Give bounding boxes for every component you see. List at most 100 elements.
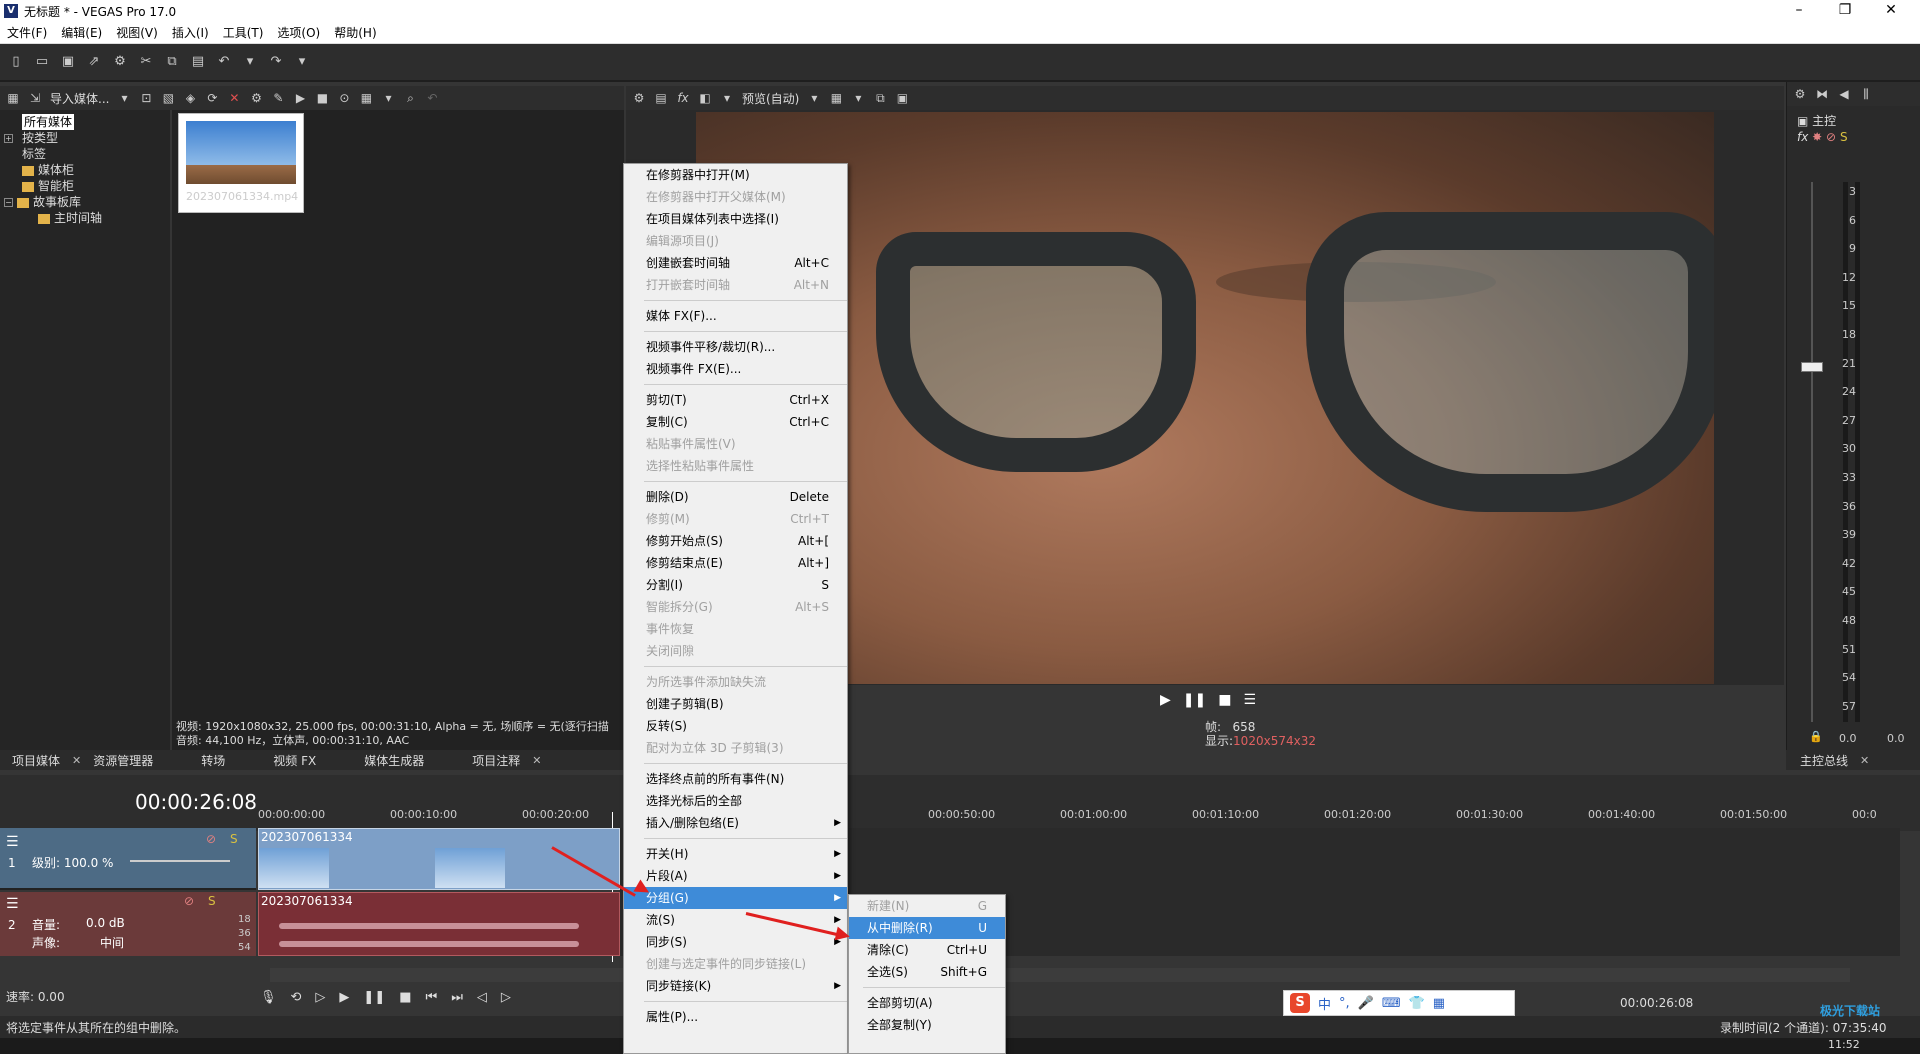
tree-item-tags[interactable]: 标签 xyxy=(4,146,166,162)
undo-icon[interactable]: ↶ xyxy=(216,54,232,70)
context-menu-item[interactable]: 片段(A) ▶ xyxy=(624,865,847,887)
go-to-start-icon[interactable]: ⏮ xyxy=(426,990,438,1005)
ime-keyboard-icon[interactable]: ⌨ xyxy=(1382,996,1401,1011)
menu-insert[interactable]: 插入(I) xyxy=(165,24,216,41)
ime-tools-icon[interactable]: ▦ xyxy=(1433,996,1445,1011)
fx-icon[interactable]: ◈ xyxy=(183,91,197,105)
audio-clip[interactable]: 202307061334 xyxy=(258,892,620,956)
context-menu-item[interactable]: 同步链接(K) ▶ xyxy=(624,975,847,997)
overlays-dropdown-icon[interactable]: ▾ xyxy=(851,91,865,105)
tree-item-by-type[interactable]: + 按类型 xyxy=(4,130,166,146)
go-to-end-icon[interactable]: ⏭ xyxy=(451,990,463,1005)
context-menu-item[interactable]: 选择终点前的所有事件(N) xyxy=(624,768,847,790)
context-menu-item[interactable]: 分组(G) ▶ xyxy=(624,887,847,909)
tab-project-notes[interactable]: 项目注释 xyxy=(432,752,528,769)
fx-icon[interactable]: fx xyxy=(676,91,690,105)
tree-item-storyboard[interactable]: − 故事板库 xyxy=(4,194,166,210)
prev-frame-icon[interactable]: ◁ xyxy=(477,990,487,1005)
open-folder-icon[interactable]: ▭ xyxy=(34,54,50,70)
close-icon[interactable]: ✕ xyxy=(1868,0,1914,22)
mute-icon[interactable]: ◀ xyxy=(1837,87,1851,101)
capture-icon[interactable]: ⊡ xyxy=(139,91,153,105)
context-menu-item[interactable]: 媒体 FX(F)... xyxy=(624,305,847,327)
redo-icon[interactable]: ↷ xyxy=(268,54,284,70)
play-icon[interactable]: ▶ xyxy=(339,990,349,1005)
collapse-icon[interactable]: − xyxy=(4,198,13,207)
track-solo-icon[interactable]: S xyxy=(208,894,216,908)
context-menu-item[interactable]: 同步(S) ▶ xyxy=(624,931,847,953)
ime-language[interactable]: 中 xyxy=(1318,994,1331,1013)
ime-logo[interactable]: S xyxy=(1290,993,1310,1013)
context-menu-item[interactable]: 属性(P)... xyxy=(624,1006,847,1028)
master-fx-icon[interactable]: fx xyxy=(1797,130,1808,144)
split-dropdown-icon[interactable]: ▾ xyxy=(720,91,734,105)
media-thumbnail[interactable]: 202307061334.mp4 xyxy=(178,113,304,213)
tab-transitions[interactable]: 转场 xyxy=(161,752,233,769)
ime-skin-icon[interactable]: 👕 xyxy=(1409,996,1425,1011)
tab-master-bus[interactable]: 主控总线 xyxy=(1792,752,1856,769)
close-tab-icon[interactable]: ✕ xyxy=(1856,754,1873,767)
refresh-icon[interactable]: ⟳ xyxy=(205,91,219,105)
context-menu-item[interactable]: 修剪开始点(S) Alt+[ xyxy=(624,530,847,552)
new-file-icon[interactable]: ▯ xyxy=(8,54,24,70)
next-frame-icon[interactable]: ▷ xyxy=(501,990,511,1005)
tab-project-media[interactable]: 项目媒体 xyxy=(0,752,68,769)
split-screen-icon[interactable]: ◧ xyxy=(698,91,712,105)
tree-item-main-timeline[interactable]: 主时间轴 xyxy=(4,210,166,226)
master-fader[interactable] xyxy=(1801,362,1823,372)
submenu-item[interactable]: 全部剪切(A) xyxy=(849,992,1005,1014)
play-icon[interactable]: ▶ xyxy=(293,91,307,105)
expand-icon[interactable]: + xyxy=(4,134,13,143)
master-toggle-icon[interactable]: ▣ xyxy=(1797,114,1808,128)
pause-icon[interactable]: ❚❚ xyxy=(363,990,385,1005)
mixer-icon[interactable]: ⫼ xyxy=(1859,87,1873,101)
preview-menu-icon[interactable]: ☰ xyxy=(1243,692,1256,708)
play-from-start-icon[interactable]: ▷ xyxy=(315,990,325,1005)
context-menu-item[interactable]: 创建子剪辑(B) xyxy=(624,693,847,715)
menu-edit[interactable]: 编辑(E) xyxy=(54,24,109,41)
view-icon[interactable]: ▦ xyxy=(6,91,20,105)
ime-punctuation-icon[interactable]: °, xyxy=(1339,996,1350,1011)
import-icon[interactable]: ⇲ xyxy=(28,91,42,105)
track-menu-icon[interactable]: ☰ xyxy=(6,896,19,912)
track-solo-icon[interactable]: S xyxy=(230,832,238,846)
context-menu-item[interactable]: 视频事件 FX(E)... xyxy=(624,358,847,380)
loop-icon[interactable]: ⟲ xyxy=(291,990,302,1005)
timeline-ruler[interactable]: 00:00:00:00 00:00:10:00 00:00:20:00 00:00:5… xyxy=(258,808,1898,828)
minimize-icon[interactable]: – xyxy=(1776,0,1822,22)
media-icon[interactable]: ▧ xyxy=(161,91,175,105)
context-menu-item[interactable]: 开关(H) ▶ xyxy=(624,843,847,865)
views-dropdown-icon[interactable]: ▾ xyxy=(381,91,395,105)
preview-play-icon[interactable]: ▶ xyxy=(1160,692,1171,708)
timeline-scrollbar[interactable] xyxy=(270,968,1850,982)
menu-file[interactable]: 文件(F) xyxy=(0,24,54,41)
context-menu-item[interactable]: 复制(C) Ctrl+C xyxy=(624,411,847,433)
close-tab-icon[interactable]: ✕ xyxy=(68,754,85,767)
tab-video-fx[interactable]: 视频 FX xyxy=(233,752,324,769)
tree-item-bins[interactable]: 媒体柜 xyxy=(4,162,166,178)
properties-icon[interactable]: ⚙ xyxy=(249,91,263,105)
menu-options[interactable]: 选项(O) xyxy=(270,24,327,41)
preview-stop-icon[interactable]: ■ xyxy=(1218,692,1231,708)
redo-dropdown-icon[interactable]: ▾ xyxy=(294,54,310,70)
tree-item-smart-bins[interactable]: 智能柜 xyxy=(4,178,166,194)
context-menu-item[interactable]: 反转(S) xyxy=(624,715,847,737)
paste-icon[interactable]: ▤ xyxy=(190,54,206,70)
video-clip[interactable]: 202307061334 xyxy=(258,828,620,890)
tab-media-generators[interactable]: 媒体生成器 xyxy=(324,752,432,769)
save-snapshot-icon[interactable]: ▣ xyxy=(895,91,909,105)
import-dropdown-icon[interactable]: ▾ xyxy=(117,91,131,105)
settings-icon[interactable]: ⚙ xyxy=(112,54,128,70)
ime-mic-icon[interactable]: 🎤 xyxy=(1358,996,1374,1011)
preview-pause-icon[interactable]: ❚❚ xyxy=(1183,692,1206,708)
stop-icon[interactable]: ■ xyxy=(315,91,329,105)
submenu-item[interactable]: 全选(S) Shift+G xyxy=(849,961,1005,983)
copy-snapshot-icon[interactable]: ⧉ xyxy=(873,91,887,105)
views-icon[interactable]: ▦ xyxy=(359,91,373,105)
context-menu-item[interactable]: 插入/删除包络(E) ▶ xyxy=(624,812,847,834)
tag-icon[interactable]: ✎ xyxy=(271,91,285,105)
preview-quality-select[interactable]: 预览(自动) xyxy=(742,90,799,107)
context-menu-item[interactable]: 创建嵌套时间轴 Alt+C xyxy=(624,252,847,274)
stop-icon[interactable]: ■ xyxy=(399,990,411,1005)
context-menu-item[interactable]: 删除(D) Delete xyxy=(624,486,847,508)
